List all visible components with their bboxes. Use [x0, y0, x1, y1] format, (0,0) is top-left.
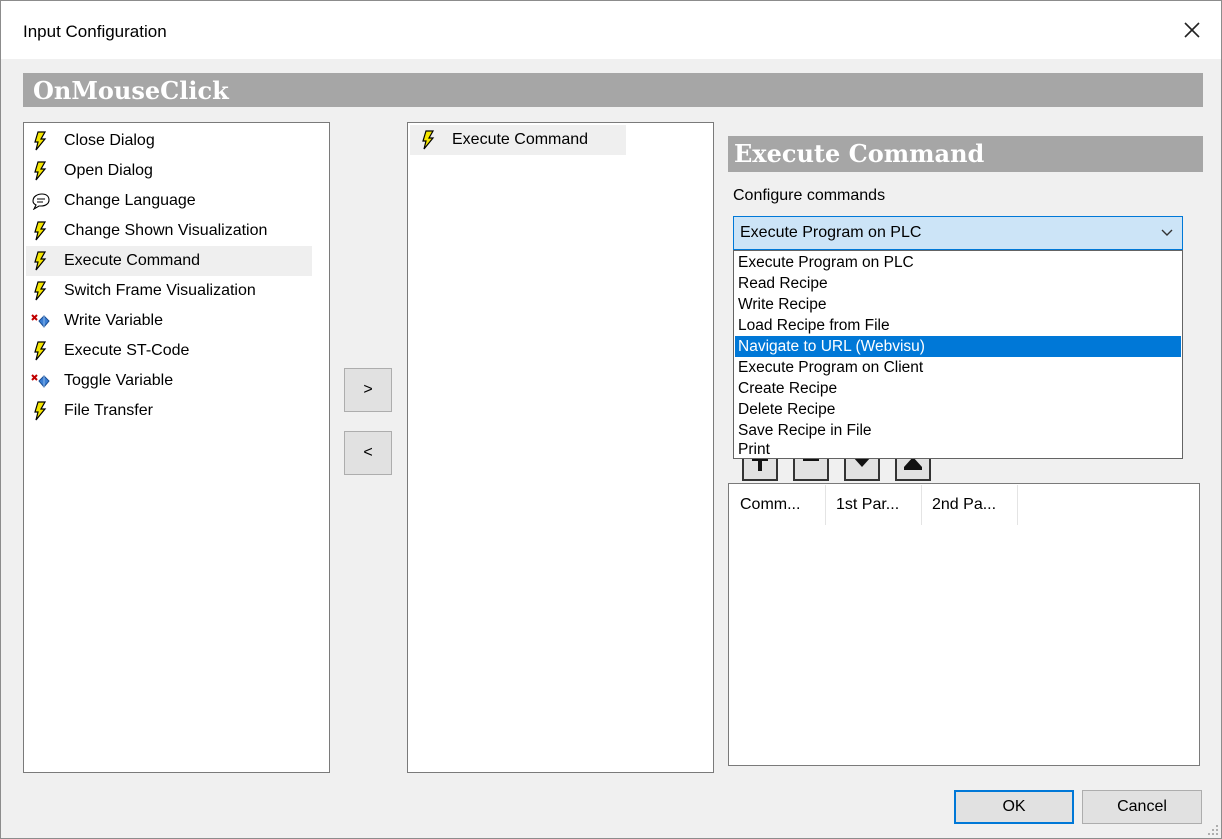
list-item[interactable]: Change Language: [26, 186, 312, 216]
selected-actions-list[interactable]: Execute Command: [407, 122, 714, 773]
event-header: OnMouseClick: [23, 73, 1203, 107]
remove-icon: [803, 457, 819, 461]
dropdown-option-highlighted[interactable]: Navigate to URL (Webvisu): [735, 336, 1181, 357]
list-item-label: Open Dialog: [64, 162, 153, 179]
list-item[interactable]: Open Dialog: [26, 156, 312, 186]
list-item[interactable]: Close Dialog: [26, 126, 312, 156]
command-type-value: Execute Program on PLC: [740, 224, 922, 241]
add-action-button[interactable]: >: [344, 368, 392, 412]
dropdown-option[interactable]: Read Recipe: [735, 273, 1181, 294]
dropdown-option[interactable]: Execute Program on PLC: [735, 252, 1181, 273]
remove-action-button[interactable]: <: [344, 431, 392, 475]
list-item-label: File Transfer: [64, 402, 153, 419]
move-down-button[interactable]: [844, 457, 880, 481]
chevron-down-icon: [1161, 229, 1173, 236]
dropdown-option[interactable]: Print: [735, 439, 1181, 460]
lightning-icon: [418, 129, 438, 151]
cancel-button[interactable]: Cancel: [1082, 790, 1202, 824]
add-icon: [752, 457, 768, 471]
column-header-command[interactable]: Comm...: [730, 485, 826, 525]
list-item[interactable]: Toggle Variable: [26, 366, 312, 396]
list-item-label: Execute Command: [452, 131, 589, 148]
close-icon[interactable]: [1177, 15, 1207, 45]
list-item[interactable]: Switch Frame Visualization: [26, 276, 312, 306]
available-actions-list[interactable]: Close Dialog Open Dialog Change Language…: [23, 122, 330, 773]
lightning-icon: [30, 160, 50, 182]
command-type-dropdown[interactable]: Execute Program on PLC Read Recipe Write…: [733, 250, 1183, 459]
event-title: OnMouseClick: [33, 76, 229, 105]
list-item[interactable]: Write Variable: [26, 306, 312, 336]
command-title: Execute Command: [734, 139, 985, 168]
move-up-button[interactable]: [895, 457, 931, 481]
write-variable-icon: [30, 310, 50, 332]
list-item-label: Execute Command: [64, 252, 201, 269]
list-item-label: Close Dialog: [64, 132, 155, 149]
list-item[interactable]: Change Shown Visualization: [26, 216, 312, 246]
configure-commands-label: Configure commands: [733, 187, 886, 204]
lightning-icon: [30, 280, 50, 302]
list-item[interactable]: Execute ST-Code: [26, 336, 312, 366]
list-item[interactable]: Execute Command: [410, 125, 626, 155]
list-item[interactable]: Execute Command: [26, 246, 312, 276]
commands-table[interactable]: Comm... 1st Par... 2nd Pa...: [728, 483, 1200, 766]
input-configuration-dialog: Input Configuration OnMouseClick Close D…: [0, 0, 1222, 839]
lightning-icon: [30, 400, 50, 422]
list-item-label: Toggle Variable: [64, 372, 174, 389]
list-item[interactable]: File Transfer: [26, 396, 312, 426]
dropdown-option[interactable]: Create Recipe: [735, 378, 1181, 399]
ok-button[interactable]: OK: [954, 790, 1074, 824]
list-item-label: Switch Frame Visualization: [64, 282, 256, 299]
dropdown-option[interactable]: Delete Recipe: [735, 399, 1181, 420]
move-down-icon: [853, 457, 871, 467]
lightning-icon: [30, 130, 50, 152]
add-command-button[interactable]: [742, 457, 778, 481]
dropdown-option[interactable]: Execute Program on Client: [735, 357, 1181, 378]
move-up-icon: [904, 457, 922, 470]
command-type-select[interactable]: Execute Program on PLC: [733, 216, 1183, 250]
lightning-icon: [30, 340, 50, 362]
speech-bubble-icon: [30, 190, 50, 212]
dropdown-option[interactable]: Write Recipe: [735, 294, 1181, 315]
column-header-second-parameter[interactable]: 2nd Pa...: [922, 485, 1018, 525]
list-item-label: Execute ST-Code: [64, 342, 190, 359]
remove-command-button[interactable]: [793, 457, 829, 481]
dropdown-option[interactable]: Save Recipe in File: [735, 420, 1181, 441]
list-item-label: Change Language: [64, 192, 196, 209]
list-item-label: Write Variable: [64, 312, 163, 329]
dropdown-option[interactable]: Load Recipe from File: [735, 315, 1181, 336]
command-header: Execute Command: [728, 136, 1203, 172]
lightning-icon: [30, 250, 50, 272]
window-title: Input Configuration: [23, 22, 167, 41]
write-variable-icon: [30, 370, 50, 392]
list-item-label: Change Shown Visualization: [64, 222, 268, 239]
column-header-first-parameter[interactable]: 1st Par...: [826, 485, 922, 525]
resize-grip-icon[interactable]: [1207, 824, 1219, 836]
title-bar: Input Configuration: [1, 1, 1221, 59]
lightning-icon: [30, 220, 50, 242]
